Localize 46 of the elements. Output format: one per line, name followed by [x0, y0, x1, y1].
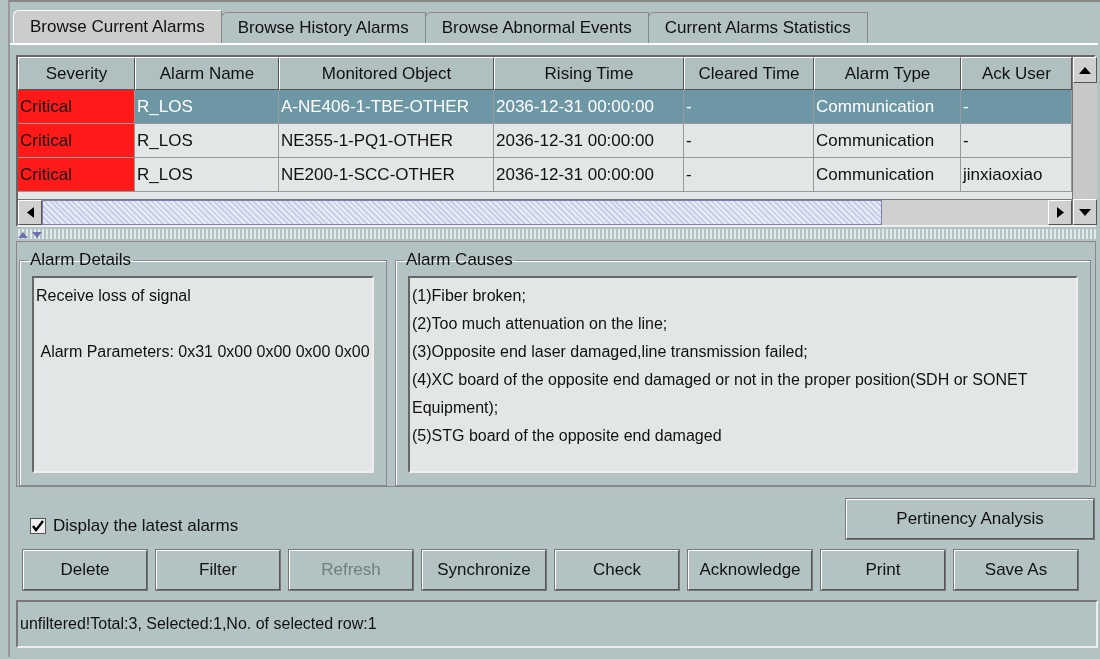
vertical-scrollbar[interactable]: [1072, 57, 1097, 225]
column-header[interactable]: Cleared Time: [684, 57, 814, 90]
table-cell[interactable]: -: [684, 124, 814, 158]
table-cell[interactable]: NE200-1-SCC-OTHER: [279, 158, 494, 192]
checkbox-label: Display the latest alarms: [53, 516, 239, 536]
splitter-arrows-icon[interactable]: [16, 230, 44, 238]
table-cell[interactable]: Communication: [814, 158, 961, 192]
action-button[interactable]: Delete: [23, 550, 147, 590]
action-button[interactable]: Acknowledge: [688, 550, 812, 590]
table-cell[interactable]: -: [684, 158, 814, 192]
scroll-left-icon[interactable]: [26, 207, 34, 218]
tab[interactable]: Current Alarms Statistics: [647, 12, 868, 43]
column-header[interactable]: Rising Time: [494, 57, 684, 90]
pertinency-analysis-button[interactable]: Pertinency Analysis: [846, 499, 1094, 539]
table-cell: Critical: [18, 158, 135, 192]
table-cell[interactable]: -: [961, 124, 1072, 158]
column-header[interactable]: Alarm Type: [814, 57, 961, 90]
horizontal-scrollbar[interactable]: [18, 199, 1072, 225]
tab[interactable]: Browse Current Alarms: [13, 10, 222, 43]
column-header[interactable]: Severity: [18, 57, 135, 90]
table-cell[interactable]: R_LOS: [135, 158, 279, 192]
column-header[interactable]: Ack User: [961, 57, 1072, 90]
group-title: Alarm Causes: [405, 250, 514, 270]
table-cell: Critical: [18, 124, 135, 158]
column-header[interactable]: Alarm Name: [135, 57, 279, 90]
table-cell[interactable]: Communication: [814, 124, 961, 158]
group-title: Alarm Details: [29, 250, 133, 270]
action-button[interactable]: Filter: [156, 550, 280, 590]
action-button[interactable]: Check: [555, 550, 679, 590]
table-cell[interactable]: R_LOS: [135, 124, 279, 158]
table-cell[interactable]: 2036-12-31 00:00:00: [494, 158, 684, 192]
scroll-down-icon[interactable]: [1079, 208, 1091, 216]
table-cell[interactable]: 2036-12-31 00:00:00: [494, 124, 684, 158]
details-text-area[interactable]: Receive loss of signal Alarm Parameters: 0x31 0x00 0x00 0x00 0x00: [32, 276, 374, 473]
action-button[interactable]: Save As: [954, 550, 1078, 590]
table-cell[interactable]: jinxiaoxiao: [961, 158, 1072, 192]
column-header[interactable]: Monitored Object: [279, 57, 494, 90]
causes-text-area[interactable]: (1)Fiber broken; (2)Too much attenuation on the line; (3)Opposite end laser damaged,line transmission failed; (4)XC board of the opposite end damaged or not in the proper position(SDH or SONET Equipment); (5)STG board of the opposite end damaged: [408, 276, 1078, 473]
table-cell: Critical: [18, 90, 135, 124]
action-button[interactable]: Synchronize: [422, 550, 546, 590]
table-cell[interactable]: NE355-1-PQ1-OTHER: [279, 124, 494, 158]
checkbox[interactable]: [30, 518, 46, 534]
scroll-right-icon[interactable]: [1056, 207, 1064, 218]
scroll-up-icon[interactable]: [1079, 66, 1091, 74]
status-bar: unfiltered!Total:3, Selected:1,No. of selected row:1: [16, 600, 1098, 648]
action-button[interactable]: Print: [821, 550, 945, 590]
